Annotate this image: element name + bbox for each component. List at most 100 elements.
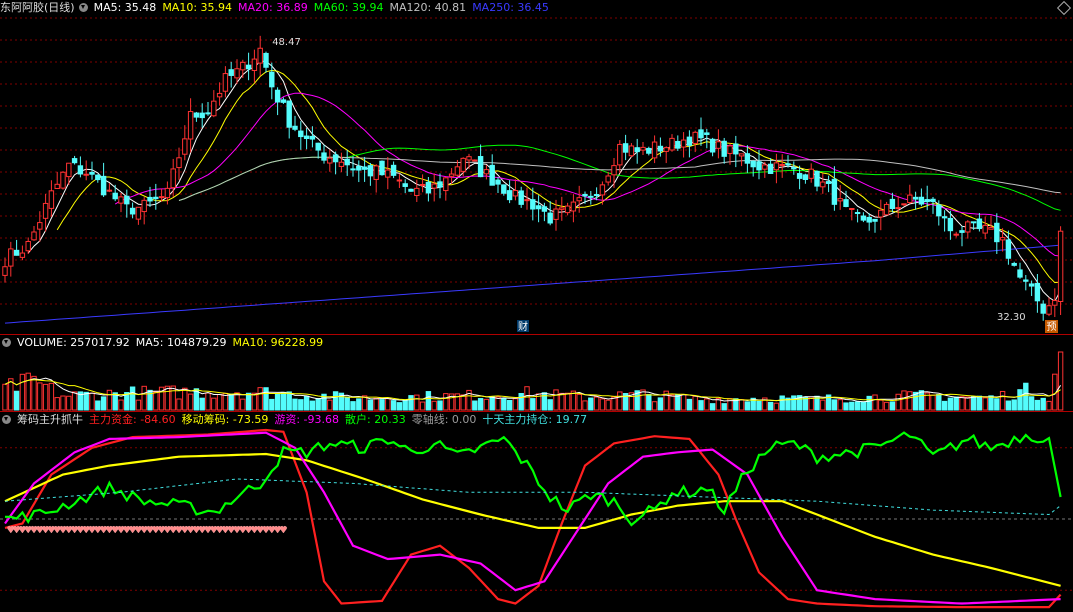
candle (153, 183, 159, 210)
indicator-value-2: 游资: -93.68 (274, 413, 340, 426)
candle (60, 171, 66, 190)
candle (605, 171, 611, 186)
dropdown-icon[interactable] (78, 3, 88, 12)
signal-heart (216, 526, 224, 534)
candle (199, 103, 205, 128)
candle (773, 153, 780, 184)
dropdown-icon[interactable] (2, 415, 11, 424)
volume-bar (512, 398, 519, 411)
volume-bar (756, 400, 762, 411)
volume-bar (767, 401, 774, 411)
signal-heart (250, 526, 258, 534)
signal-heart (233, 526, 241, 534)
indicator-name[interactable]: 筹码主升抓牛 (17, 413, 83, 426)
candle (141, 197, 147, 225)
ma-value-2: MA20: 36.89 (238, 1, 308, 14)
candle (315, 142, 321, 159)
candle (785, 155, 791, 168)
volume-bar (930, 394, 936, 411)
candle (506, 180, 513, 204)
signal-heart (100, 526, 108, 534)
candle (332, 151, 339, 175)
candle (19, 245, 26, 261)
candle (692, 130, 698, 153)
candle (408, 188, 414, 192)
volume-bar (965, 396, 971, 411)
annotations: 48.47 32.30 财 预 (272, 37, 1058, 333)
candle (802, 173, 809, 184)
signal-heart (59, 526, 67, 534)
volume-bar (738, 399, 745, 411)
signal-heart (24, 526, 32, 534)
indicator-grid (0, 447, 1073, 591)
candle (176, 147, 182, 180)
candle (66, 162, 72, 185)
volume-bar (66, 395, 72, 411)
volume-bar (42, 383, 49, 411)
candle (1017, 262, 1023, 279)
candle (42, 193, 49, 232)
candlesticks (2, 35, 1064, 321)
candle (617, 140, 623, 174)
volume-bar (19, 373, 26, 411)
candle (559, 196, 565, 221)
volume-bar (936, 394, 942, 411)
dropdown-icon[interactable] (2, 338, 11, 347)
ma-line-5 (27, 60, 1062, 303)
signal-heart (175, 526, 183, 534)
signal-heart (187, 526, 195, 534)
candle (356, 160, 362, 183)
volume-bar (959, 396, 965, 411)
volume-bar (489, 396, 495, 411)
candle (738, 153, 745, 167)
volume-bar (309, 400, 316, 411)
volume-bar (953, 396, 959, 411)
signal-heart (198, 526, 206, 534)
signal-heart (123, 526, 131, 534)
indicator-line-1 (4, 452, 1061, 587)
signal-heart (262, 526, 270, 534)
candle (878, 199, 884, 231)
volume-bar (332, 391, 339, 411)
signal-heart (210, 526, 218, 534)
fin-marker[interactable]: 财 (517, 320, 529, 333)
volume-bar (907, 391, 913, 411)
candle (350, 156, 356, 177)
candle (953, 231, 959, 238)
volume-bar (582, 400, 588, 411)
signal-heart (181, 526, 189, 534)
signal-heart (88, 526, 96, 534)
candle (698, 117, 704, 146)
volume-bar (646, 394, 652, 411)
volume-value-1: MA5: 104879.29 (135, 336, 227, 349)
candle (460, 157, 466, 177)
indicator-value-1: 移动筹码: -73.59 (181, 413, 269, 426)
candle (228, 61, 234, 88)
volume-bar (849, 401, 855, 411)
ma-value-3: MA60: 39.94 (313, 1, 384, 14)
indicator-line-4 (4, 478, 1061, 516)
volume-bar (431, 400, 437, 411)
candle (431, 173, 437, 202)
signal-heart (163, 526, 171, 534)
candle (941, 210, 948, 232)
volume-bar (83, 391, 89, 411)
candle (77, 156, 84, 178)
candle (112, 184, 118, 202)
signal-heart (245, 526, 253, 534)
volume-bar (280, 391, 287, 411)
volume-bar (744, 401, 751, 411)
candle (779, 154, 785, 178)
volume-bar (593, 396, 600, 411)
volume-value-2: MA10: 96228.99 (232, 336, 324, 349)
candle (402, 179, 408, 194)
volume-bar (425, 391, 432, 411)
signal-heart (65, 526, 73, 534)
volume-bar (872, 394, 878, 411)
candle (611, 157, 617, 188)
volume-bar (518, 393, 524, 411)
candle (396, 173, 403, 189)
volume-bar (141, 385, 147, 411)
signal-heart (239, 526, 247, 534)
forecast-marker[interactable]: 预 (1045, 320, 1058, 333)
